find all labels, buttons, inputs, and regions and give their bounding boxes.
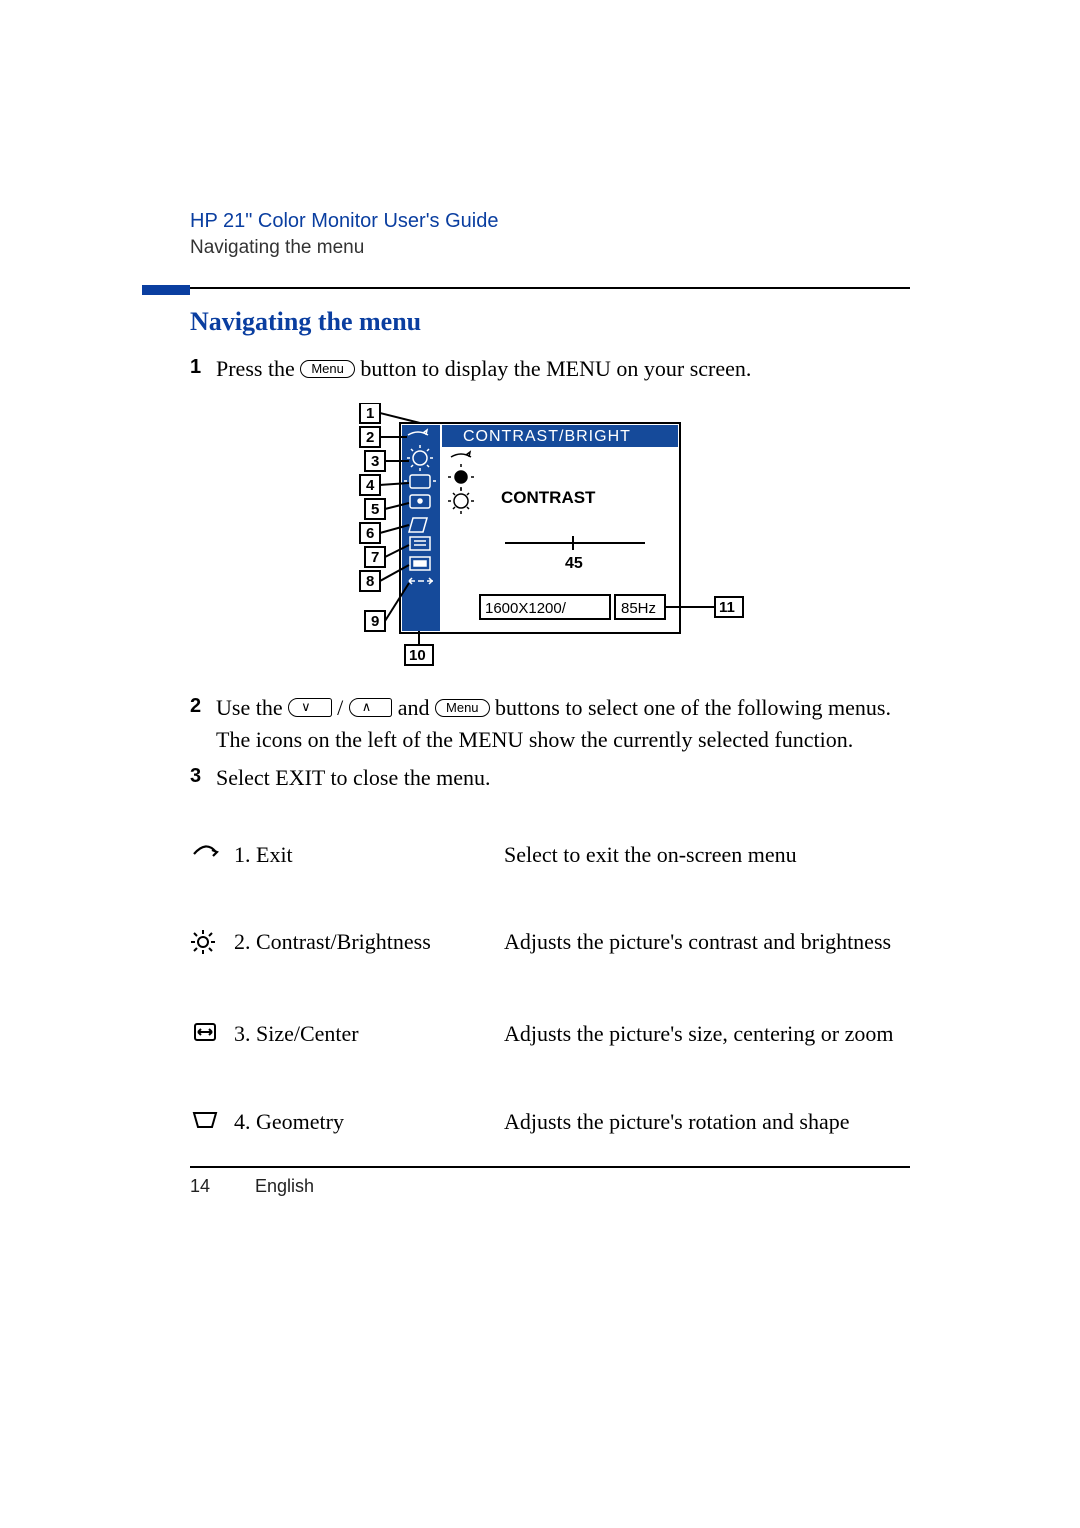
text-fragment: button to display the MENU on your scree… bbox=[360, 356, 751, 381]
brightness-icon bbox=[190, 927, 234, 963]
svg-text:1: 1 bbox=[366, 405, 374, 422]
callout-6: 6 bbox=[360, 523, 409, 543]
svg-text:11: 11 bbox=[719, 599, 735, 616]
exit-icon bbox=[190, 840, 234, 872]
menu-row-exit: 1. Exit Select to exit the on-screen men… bbox=[190, 840, 910, 872]
svg-text:7: 7 bbox=[371, 549, 379, 566]
osd-diagram: CONTRAST/BRIGHT CONTRAST bbox=[190, 403, 910, 678]
section-heading: Navigating the menu bbox=[190, 307, 910, 337]
step-text: Press the Menu button to display the MEN… bbox=[216, 353, 910, 385]
step-3: 3 Select EXIT to close the menu. bbox=[190, 762, 910, 794]
step-text: Use the ∨ / ∧ and Menu buttons to select… bbox=[216, 692, 910, 756]
menu-desc: Adjusts the picture's size, centering or… bbox=[504, 1019, 910, 1049]
callout-1: 1 bbox=[360, 403, 420, 423]
text-fragment: Use the bbox=[216, 695, 288, 720]
page-content: HP 21" Color Monitor User's Guide Naviga… bbox=[0, 0, 1080, 1197]
svg-text:3: 3 bbox=[371, 453, 379, 470]
svg-text:9: 9 bbox=[371, 613, 379, 630]
svg-text:6: 6 bbox=[366, 525, 374, 542]
step-text: Select EXIT to close the menu. bbox=[216, 762, 910, 794]
rule-top bbox=[190, 287, 910, 289]
menu-items-table: 1. Exit Select to exit the on-screen men… bbox=[190, 840, 910, 1139]
callout-11: 11 bbox=[665, 597, 743, 617]
menu-label: 1. Exit bbox=[234, 840, 504, 870]
rule-bottom bbox=[190, 1166, 910, 1168]
blue-accent-marker bbox=[142, 285, 190, 295]
osd-item: CONTRAST bbox=[501, 488, 596, 507]
menu-button-pill: Menu bbox=[435, 699, 490, 717]
menu-label: 3. Size/Center bbox=[234, 1019, 504, 1049]
doc-subtitle: Navigating the menu bbox=[190, 237, 910, 259]
menu-button-pill: Menu bbox=[300, 360, 355, 378]
menu-desc: Adjusts the picture's rotation and shape bbox=[504, 1107, 910, 1137]
menu-label: 2. Contrast/Brightness bbox=[234, 927, 504, 957]
callout-10: 10 bbox=[405, 631, 433, 665]
step-1: 1 Press the Menu button to display the M… bbox=[190, 353, 910, 385]
osd-resolution: 1600X1200/ bbox=[485, 600, 567, 617]
doc-title: HP 21" Color Monitor User's Guide bbox=[190, 210, 910, 233]
step-number: 1 bbox=[190, 353, 216, 385]
text-fragment: / bbox=[337, 695, 349, 720]
geometry-icon bbox=[190, 1107, 234, 1139]
svg-text:8: 8 bbox=[366, 573, 374, 590]
osd-svg: CONTRAST/BRIGHT CONTRAST bbox=[335, 403, 765, 673]
svg-text:2: 2 bbox=[366, 429, 374, 446]
callout-4: 4 bbox=[360, 475, 409, 495]
osd-value: 45 bbox=[565, 555, 583, 572]
osd-refresh: 85Hz bbox=[621, 600, 656, 617]
svg-text:5: 5 bbox=[371, 501, 379, 518]
text-fragment: Press the bbox=[216, 356, 300, 381]
svg-text:4: 4 bbox=[366, 477, 375, 494]
text-fragment: and bbox=[398, 695, 435, 720]
down-button-pill: ∨ bbox=[288, 698, 332, 717]
menu-desc: Adjusts the picture's contrast and brigh… bbox=[504, 927, 910, 957]
menu-row-size-center: 3. Size/Center Adjusts the picture's siz… bbox=[190, 1019, 910, 1051]
menu-row-contrast-brightness: 2. Contrast/Brightness Adjusts the pictu… bbox=[190, 927, 910, 963]
page-footer: 14 English bbox=[190, 1176, 910, 1197]
menu-label: 4. Geometry bbox=[234, 1107, 504, 1137]
svg-text:10: 10 bbox=[409, 647, 426, 664]
menu-desc: Select to exit the on-screen menu bbox=[504, 840, 910, 870]
menu-row-geometry: 4. Geometry Adjusts the picture's rotati… bbox=[190, 1107, 910, 1139]
step-number: 3 bbox=[190, 762, 216, 794]
osd-title: CONTRAST/BRIGHT bbox=[463, 428, 631, 445]
step-2: 2 Use the ∨ / ∧ and Menu buttons to sele… bbox=[190, 692, 910, 756]
page-number: 14 bbox=[190, 1176, 250, 1197]
footer-language: English bbox=[255, 1176, 314, 1196]
callout-8: 8 bbox=[360, 565, 409, 591]
step-number: 2 bbox=[190, 692, 216, 756]
size-center-icon bbox=[190, 1019, 234, 1051]
up-button-pill: ∧ bbox=[349, 698, 393, 717]
